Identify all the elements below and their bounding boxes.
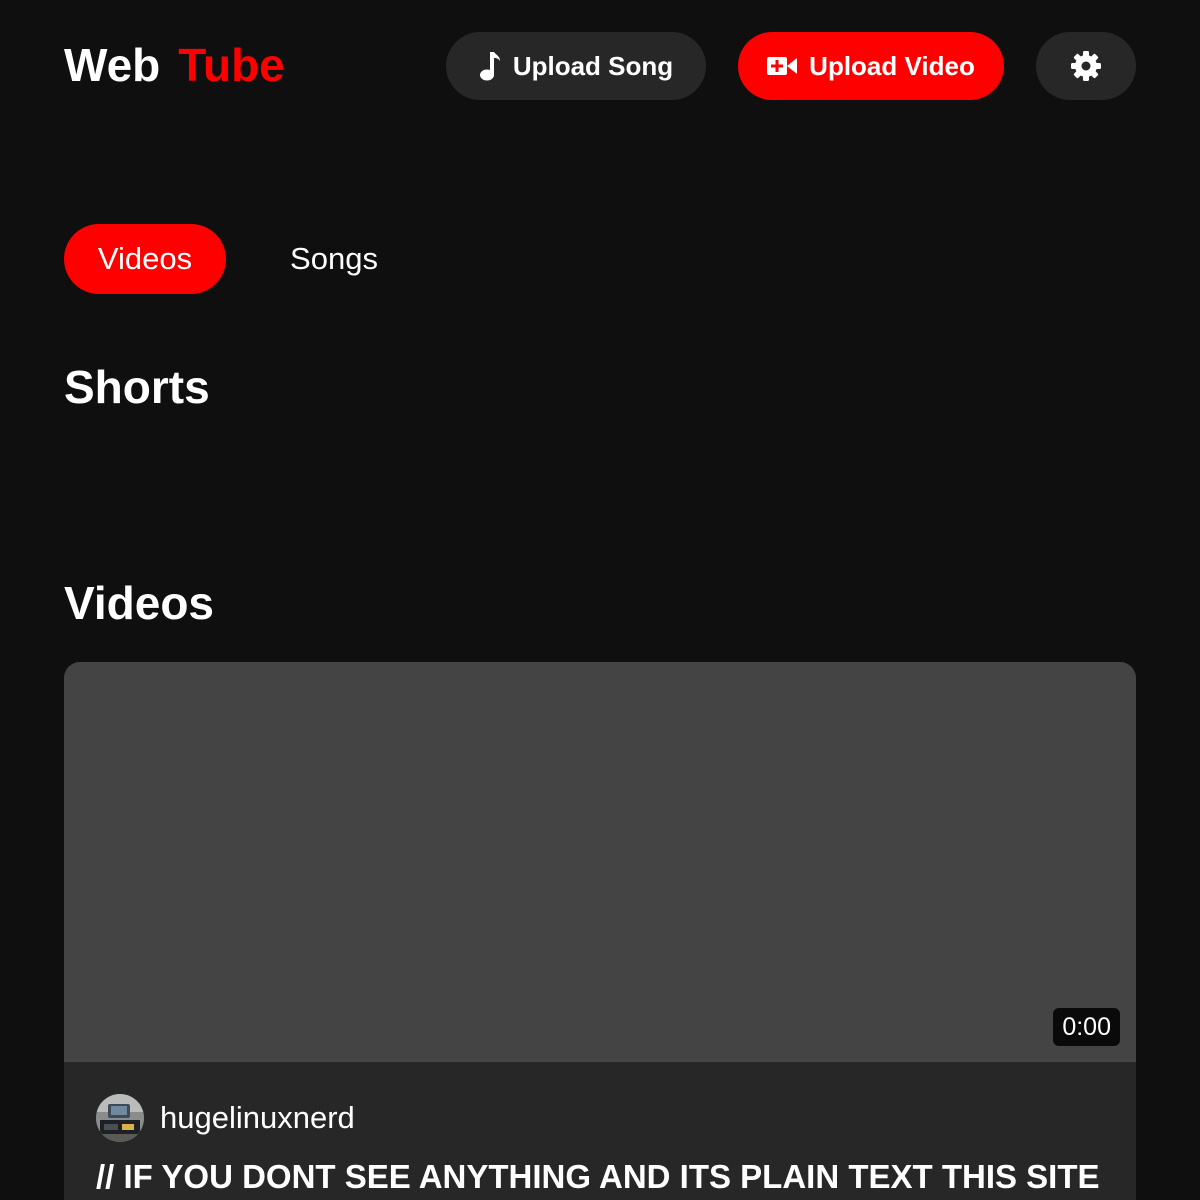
channel-name[interactable]: hugelinuxnerd [160,1100,355,1136]
video-info: hugelinuxnerd // IF YOU DONT SEE ANYTHIN… [64,1062,1136,1200]
video-duration-badge: 0:00 [1053,1008,1120,1046]
upload-song-label: Upload Song [512,50,674,81]
video-thumbnail[interactable]: 0:00 [64,662,1136,1062]
videos-section-title: Videos [64,577,214,629]
gear-icon [1070,50,1102,82]
upload-video-button[interactable]: Upload Video [738,32,1004,100]
logo-text-tube: Tube [178,39,285,91]
channel-avatar[interactable] [96,1094,144,1142]
upload-song-button[interactable]: Upload Song [446,32,706,100]
video-plus-icon [767,55,798,77]
tab-videos[interactable]: Videos [64,224,226,294]
shorts-section-title: Shorts [64,361,210,413]
settings-button[interactable] [1036,32,1136,100]
app-header: Web Tube Upload Song Upload Video [64,32,1136,100]
music-note-icon [479,50,501,82]
tab-songs[interactable]: Songs [254,224,414,294]
page: Web Tube Upload Song Upload Video Videos… [0,0,1200,1200]
logo-text-web: Web [64,39,161,91]
site-logo[interactable]: Web Tube [64,38,285,92]
avatar-photo-icon [96,1094,144,1142]
upload-video-label: Upload Video [809,50,975,81]
video-card[interactable]: 0:00 hugelinuxnerd // IF YOU DONT SEE AN… [64,662,1136,1200]
video-title[interactable]: // IF YOU DONT SEE ANYTHING AND ITS PLAI… [96,1158,1136,1196]
channel-row: hugelinuxnerd [96,1094,355,1142]
